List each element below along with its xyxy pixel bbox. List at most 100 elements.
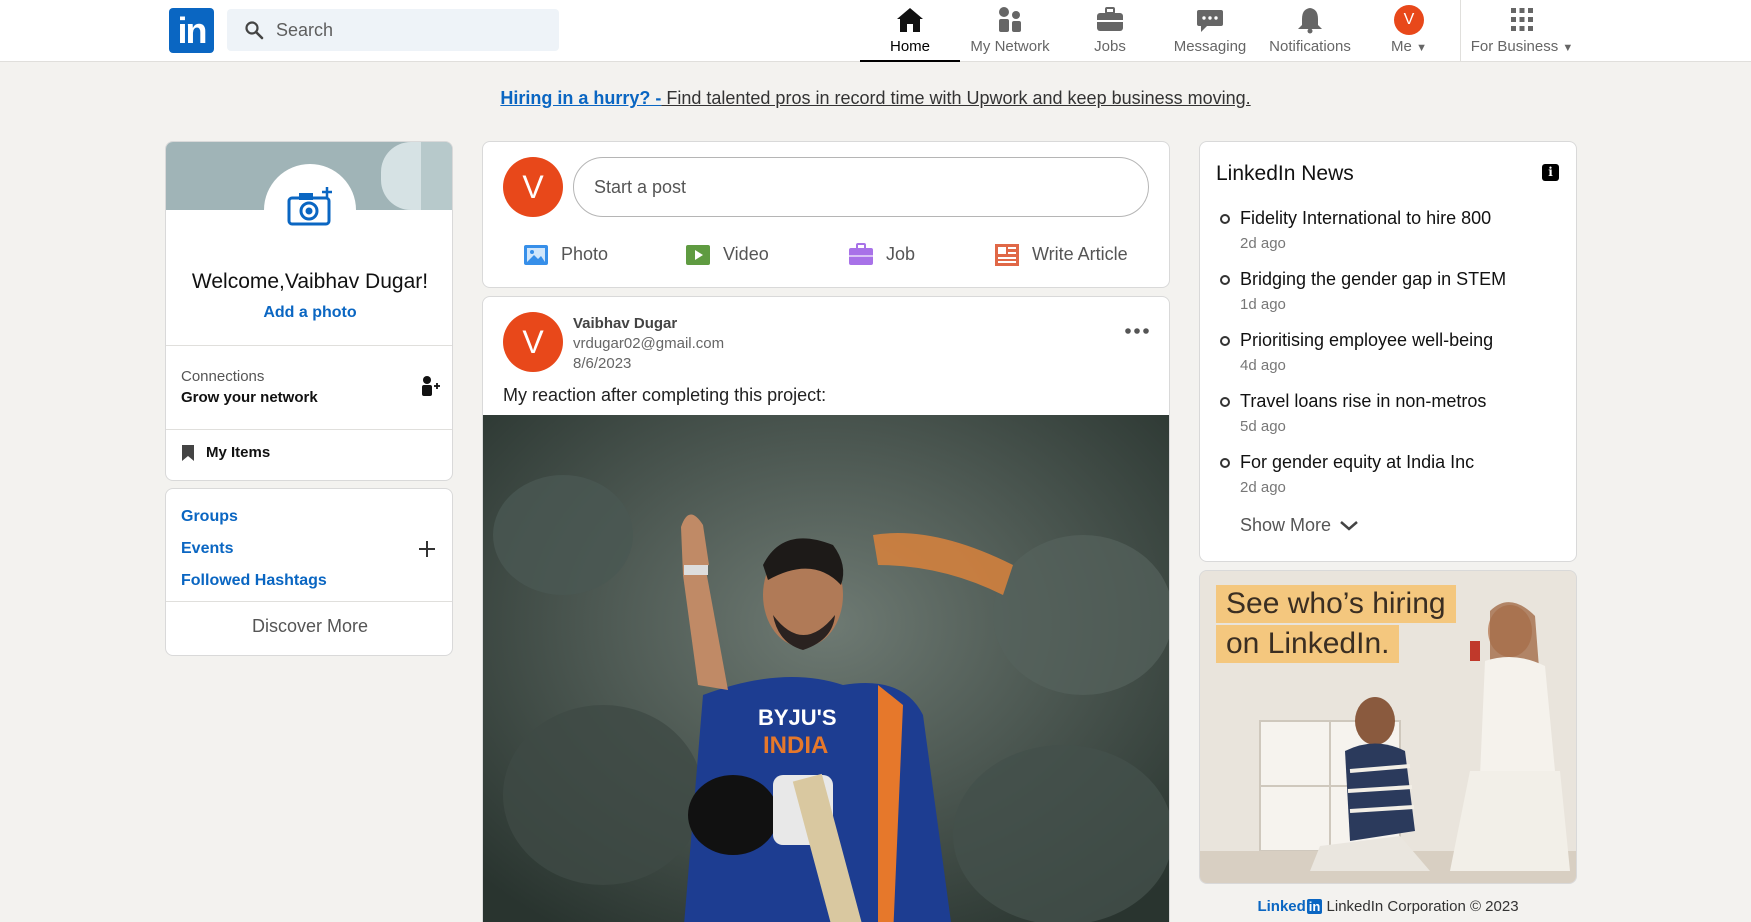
bullet-icon <box>1220 214 1230 224</box>
news-time: 5d ago <box>1240 418 1286 435</box>
news-time: 1d ago <box>1240 296 1286 313</box>
post-author-name[interactable]: Vaibhav Dugar <box>573 315 677 332</box>
jersey-country: INDIA <box>763 732 828 759</box>
search-icon <box>245 21 264 40</box>
job-briefcase-icon <box>849 243 873 265</box>
bullet-icon <box>1220 336 1230 346</box>
article-icon <box>995 244 1019 266</box>
connections-label[interactable]: Connections <box>181 368 264 385</box>
job-label: Job <box>886 244 916 264</box>
nav-home[interactable]: Home <box>860 0 960 62</box>
nav-notifications-label: Notifications <box>1269 38 1351 55</box>
show-more-label: Show More <box>1240 515 1332 535</box>
my-items-link[interactable]: My Items <box>181 444 270 461</box>
chevron-down-icon <box>1340 521 1358 531</box>
search-bar[interactable] <box>227 9 559 51</box>
nav-messaging[interactable]: Messaging <box>1160 0 1260 62</box>
post-text: My reaction after completing this projec… <box>503 385 827 405</box>
write-article-label: Write Article <box>1032 244 1128 264</box>
news-headline[interactable]: Fidelity International to hire 800 <box>1240 208 1491 229</box>
plus-icon[interactable] <box>417 539 437 559</box>
video-button[interactable]: Video <box>685 237 795 273</box>
write-article-button[interactable]: Write Article <box>994 237 1154 273</box>
message-icon <box>1197 10 1223 32</box>
search-input[interactable] <box>276 9 546 51</box>
promo-banner[interactable]: Hiring in a hurry? - Find talented pros … <box>0 88 1751 109</box>
job-button[interactable]: Job <box>848 237 948 273</box>
nav-jobs[interactable]: Jobs <box>1060 0 1160 62</box>
divider <box>166 429 452 430</box>
post-image[interactable]: BYJU'S INDIA <box>483 415 1169 922</box>
news-headline[interactable]: Prioritising employee well-being <box>1240 330 1493 351</box>
add-camera-icon <box>287 187 332 226</box>
add-person-icon[interactable] <box>419 375 441 397</box>
groups-link[interactable]: Groups <box>181 508 238 526</box>
grid-icon <box>1511 8 1533 31</box>
events-link[interactable]: Events <box>181 540 233 558</box>
jersey-sponsor: BYJU'S <box>758 705 837 730</box>
divider <box>166 345 452 346</box>
me-avatar: V <box>1394 5 1424 35</box>
nav-home-label: Home <box>889 38 930 55</box>
bullet-icon <box>1220 458 1230 468</box>
bookmark-icon <box>182 445 194 461</box>
share-box: V Start a post Photo Video Job Write Art… <box>482 141 1170 288</box>
start-post-input[interactable]: Start a post <box>573 157 1149 217</box>
news-time: 2d ago <box>1240 235 1286 252</box>
ad-card[interactable]: See who’s hiring on LinkedIn. <box>1199 570 1577 884</box>
user-avatar[interactable]: V <box>503 157 563 217</box>
add-photo-link[interactable]: Add a photo <box>166 304 452 322</box>
grow-network-label[interactable]: Grow your network <box>181 389 318 406</box>
ad-headline-2: on LinkedIn. <box>1216 625 1400 663</box>
video-label: Video <box>723 244 769 264</box>
photo-button[interactable]: Photo <box>523 237 633 273</box>
post-author-avatar[interactable]: V <box>503 312 563 372</box>
post-date: 8/6/2023 <box>573 355 632 372</box>
bullet-icon <box>1220 397 1230 407</box>
nav-for-business[interactable]: For Business ▼ <box>1466 0 1578 62</box>
nav-notifications[interactable]: Notifications <box>1260 0 1360 62</box>
groups-card: Groups Events Followed Hashtags Discover… <box>165 488 453 656</box>
cricketer-photo: BYJU'S INDIA <box>483 415 1169 922</box>
home-icon <box>897 8 923 32</box>
briefcase-icon <box>1097 7 1123 31</box>
promo-headline[interactable]: Hiring in a hurry? - <box>500 88 661 108</box>
caret-down-icon: ▼ <box>1416 42 1427 54</box>
caret-down-icon: ▼ <box>1562 42 1574 54</box>
news-headline[interactable]: Travel loans rise in non-metros <box>1240 391 1486 412</box>
nav-divider <box>1460 0 1461 62</box>
profile-photo-placeholder[interactable] <box>264 164 356 256</box>
nav-jobs-label: Jobs <box>1094 38 1126 55</box>
news-title: LinkedIn News <box>1216 162 1354 185</box>
footer-copyright: LinkedIn Corporation © 2023 <box>1326 898 1519 915</box>
post-author-email: vrdugar02@gmail.com <box>573 335 725 352</box>
linkedin-logo[interactable]: in <box>169 8 214 53</box>
news-headline[interactable]: For gender equity at India Inc <box>1240 452 1474 473</box>
followed-hashtags-link[interactable]: Followed Hashtags <box>181 572 327 590</box>
top-navigation: in Home My Network Jobs <box>0 0 1751 62</box>
info-icon[interactable]: i <box>1542 164 1559 181</box>
nav-me[interactable]: V Me ▼ <box>1366 0 1452 62</box>
network-icon <box>999 7 1021 32</box>
feed-post: V Vaibhav Dugar vrdugar02@gmail.com 8/6/… <box>482 296 1170 922</box>
news-time: 4d ago <box>1240 357 1286 374</box>
nav-for-business-label: For Business <box>1470 38 1559 55</box>
nav-me-label: Me <box>1391 38 1412 55</box>
nav-my-network[interactable]: My Network <box>960 0 1060 62</box>
photo-label: Photo <box>561 244 609 264</box>
welcome-heading: Welcome,Vaibhav Dugar! <box>191 270 429 293</box>
footer-logo[interactable]: Linked in <box>1257 898 1323 915</box>
video-icon <box>686 245 710 265</box>
nav-my-network-label: My Network <box>970 38 1050 55</box>
profile-card: Welcome,Vaibhav Dugar! Add a photo Conne… <box>165 141 453 481</box>
divider <box>166 601 452 602</box>
show-more-button[interactable]: Show More <box>1240 515 1358 536</box>
ad-headline-1: See who’s hiring <box>1216 585 1456 623</box>
promo-text[interactable]: Find talented pros in record time with U… <box>661 88 1250 108</box>
news-card: LinkedIn News i Fidelity International t… <box>1199 141 1577 562</box>
news-time: 2d ago <box>1240 479 1286 496</box>
news-headline[interactable]: Bridging the gender gap in STEM <box>1240 269 1506 290</box>
discover-more-button[interactable]: Discover More <box>166 616 452 637</box>
bullet-icon <box>1220 275 1230 285</box>
more-options-icon[interactable] <box>1123 325 1151 337</box>
